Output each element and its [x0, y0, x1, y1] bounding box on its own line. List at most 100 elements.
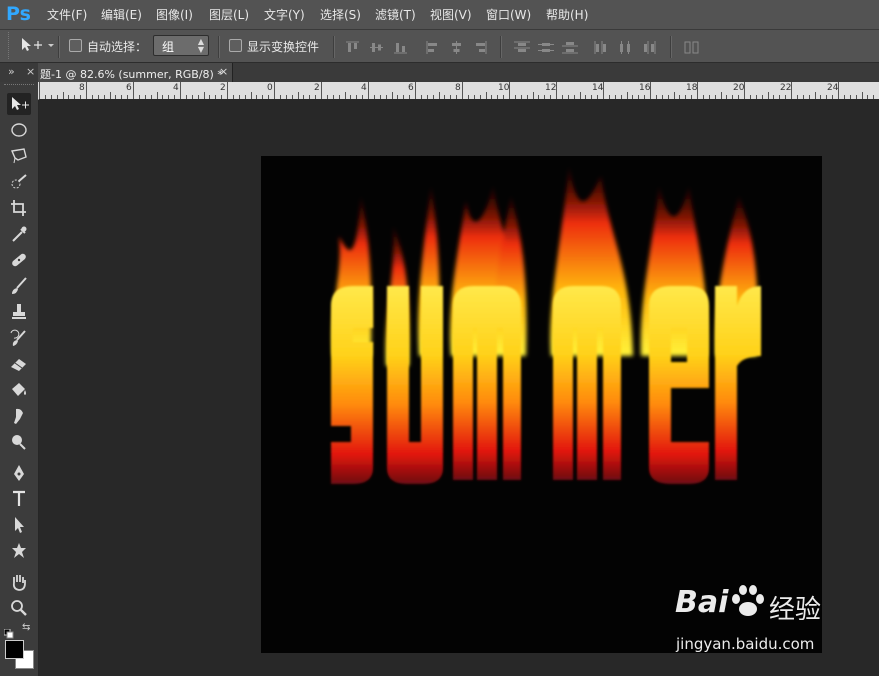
- ruler-label: 2: [314, 83, 320, 93]
- custom-shape-icon: [12, 543, 26, 558]
- move-tool[interactable]: [7, 93, 31, 115]
- magnifier-icon: [11, 600, 27, 616]
- menu-filter[interactable]: 滤镜(T): [375, 6, 416, 23]
- brush-tool[interactable]: [7, 275, 31, 297]
- lasso-tool[interactable]: [7, 145, 31, 167]
- ruler-label: 24: [827, 83, 839, 93]
- menu-type[interactable]: 文字(Y): [264, 6, 305, 23]
- ruler-label: 4: [361, 83, 367, 93]
- hand-icon: [12, 575, 26, 591]
- zoom-tool[interactable]: [7, 597, 31, 619]
- distribute-vertical-centers-icon[interactable]: [538, 39, 554, 52]
- move-tool-icon[interactable]: [20, 37, 54, 57]
- align-left-edges-icon[interactable]: [426, 39, 439, 54]
- eyedropper-tool[interactable]: [7, 223, 31, 245]
- document-tab[interactable]: 题-1 @ 82.6% (summer, RGB/8) * ×: [38, 63, 233, 82]
- align-right-edges-icon[interactable]: [474, 39, 487, 54]
- ruler-label: 18: [686, 83, 698, 93]
- elliptical-marquee-tool[interactable]: [7, 119, 31, 141]
- show-transform-label: 显示变换控件: [247, 40, 320, 54]
- close-panel-icon[interactable]: ×: [26, 65, 35, 78]
- distribute-right-icon[interactable]: [642, 39, 656, 54]
- blur-tool[interactable]: [7, 405, 31, 427]
- menu-layer[interactable]: 图层(L): [209, 6, 249, 23]
- smudge-finger-icon: [14, 408, 23, 424]
- auto-select-dropdown[interactable]: 组 ▲ ▼: [153, 35, 209, 56]
- collapse-panel-icon[interactable]: »: [8, 65, 15, 78]
- close-document-icon[interactable]: ×: [219, 65, 228, 78]
- path-selection-arrow-icon: [15, 517, 24, 533]
- ellipse-marquee-icon: [11, 123, 27, 137]
- paint-bucket-icon: [12, 383, 26, 396]
- distribute-bottom-icon[interactable]: [562, 39, 578, 54]
- auto-align-layers-icon[interactable]: [684, 39, 699, 54]
- crop-icon: [11, 200, 26, 216]
- paw-icon: [729, 585, 767, 623]
- horizontal-ruler: 8 6 4 2 0 2 4 6 8 10 12 14 16 18 20 22 2…: [38, 82, 879, 100]
- menu-window[interactable]: 窗口(W): [486, 6, 531, 23]
- ruler-label: 20: [733, 83, 745, 93]
- menu-bar: Ps 文件(F) 编辑(E) 图像(I) 图层(L) 文字(Y) 选择(S) 滤…: [0, 0, 879, 30]
- clone-stamp-tool[interactable]: [7, 301, 31, 323]
- ruler-label: 14: [592, 83, 604, 93]
- swap-colors-icon[interactable]: ⇆: [22, 622, 30, 633]
- align-horizontal-centers-icon[interactable]: [450, 39, 463, 54]
- paint-bucket-tool[interactable]: [7, 379, 31, 401]
- ruler-label: 8: [455, 83, 461, 93]
- dodge-icon: [12, 435, 26, 450]
- healing-brush-tool[interactable]: [7, 249, 31, 271]
- auto-select-checkbox[interactable]: [69, 39, 82, 52]
- spinner-arrows-icon: ▲ ▼: [197, 37, 204, 54]
- align-vertical-centers-icon[interactable]: [370, 39, 383, 52]
- document-canvas[interactable]: [261, 156, 822, 653]
- ruler-label: 2: [220, 83, 226, 93]
- menu-view[interactable]: 视图(V): [430, 6, 472, 23]
- toolbox-grip[interactable]: [4, 84, 34, 88]
- menu-edit[interactable]: 编辑(E): [101, 6, 142, 23]
- distribute-left-icon[interactable]: [594, 39, 607, 54]
- auto-select-value: 组: [162, 40, 175, 54]
- ruler-label: 4: [173, 83, 179, 93]
- quick-selection-icon: [11, 174, 27, 189]
- move-tool-arrow-icon: [12, 97, 29, 110]
- align-bottom-edges-icon[interactable]: [394, 39, 407, 54]
- auto-select-label: 自动选择：: [87, 40, 148, 54]
- eraser-icon: [11, 359, 26, 371]
- dodge-tool[interactable]: [7, 431, 31, 453]
- ruler-label: 16: [639, 83, 651, 93]
- ruler-label: 10: [498, 83, 510, 93]
- watermark-url: jingyan.baidu.com: [676, 635, 815, 653]
- pen-icon: [14, 465, 24, 481]
- menu-file[interactable]: 文件(F): [47, 6, 87, 23]
- history-brush-tool[interactable]: [7, 327, 31, 349]
- ruler-label: 12: [545, 83, 557, 93]
- align-top-edges-icon[interactable]: [346, 39, 359, 52]
- options-grip[interactable]: [8, 32, 13, 59]
- ruler-label: 22: [780, 83, 792, 93]
- tools-panel-header: » ×: [0, 63, 39, 82]
- eyedropper-icon: [12, 226, 27, 242]
- type-tool[interactable]: [7, 488, 31, 510]
- hand-tool[interactable]: [7, 571, 31, 593]
- distribute-horizontal-centers-icon[interactable]: [618, 39, 631, 54]
- distribute-top-icon[interactable]: [514, 39, 530, 52]
- ruler-label: 6: [408, 83, 414, 93]
- brush-icon: [12, 277, 27, 294]
- ruler-label: 8: [79, 83, 85, 93]
- menu-help[interactable]: 帮助(H): [546, 6, 588, 23]
- menu-select[interactable]: 选择(S): [320, 6, 361, 23]
- document-tab-title: 题-1 @ 82.6% (summer, RGB/8) *: [40, 68, 223, 81]
- watermark-brand-left: Bai: [675, 585, 729, 620]
- crop-tool[interactable]: [7, 197, 31, 219]
- eraser-tool[interactable]: [7, 353, 31, 375]
- quick-selection-tool[interactable]: [7, 171, 31, 193]
- menu-image[interactable]: 图像(I): [156, 6, 193, 23]
- type-t-icon: [13, 490, 25, 506]
- pen-tool[interactable]: [7, 462, 31, 484]
- photoshop-logo: Ps: [6, 3, 31, 25]
- custom-shape-tool[interactable]: [7, 540, 31, 562]
- show-transform-checkbox[interactable]: [229, 39, 242, 52]
- path-selection-tool[interactable]: [7, 514, 31, 536]
- foreground-color-swatch[interactable]: [5, 640, 24, 659]
- flaming-text-artwork: [331, 166, 761, 484]
